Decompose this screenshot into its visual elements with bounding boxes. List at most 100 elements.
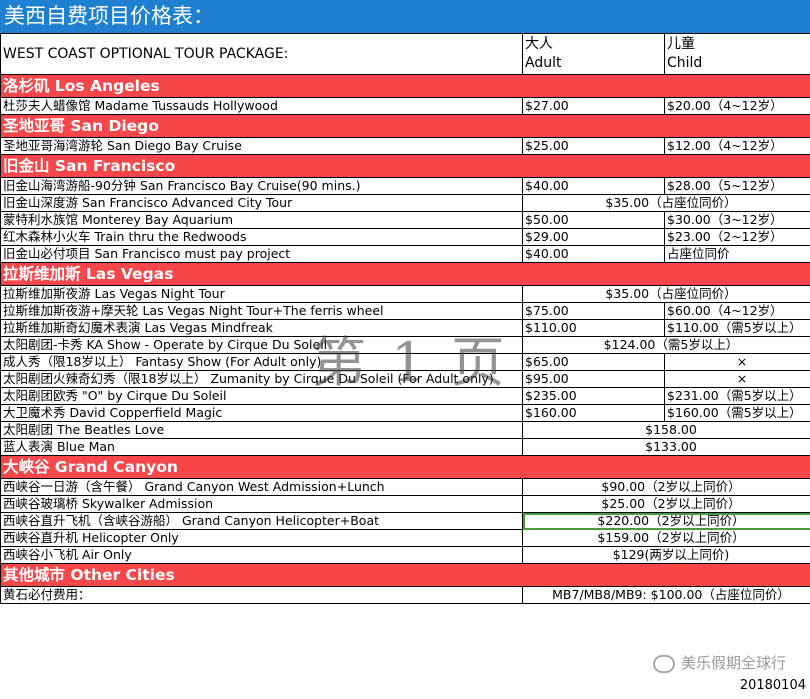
- table-row: 太阳剧团-卡秀 KA Show - Operate by Cirque Du S…: [0, 336, 810, 354]
- shared-price: $133.00: [522, 438, 810, 456]
- table-row: 西峡谷直升飞机（含峡谷游船） Grand Canyon Helicopter+B…: [0, 512, 810, 530]
- item-name: 西峡谷一日游（含午餐） Grand Canyon West Admission+…: [0, 478, 523, 496]
- item-name: 旧金山海湾游船-90分钟 San Francisco Bay Cruise(90…: [0, 177, 523, 195]
- header-child-en: Child: [667, 55, 703, 71]
- section-header: 圣地亚哥 San Diego: [0, 114, 810, 138]
- section-header: 其他城市 Other Cities: [0, 563, 810, 587]
- item-name: 西峡谷直升机 Helicopter Only: [0, 529, 523, 547]
- item-name: 红木森林小火车 Train thru the Redwoods: [0, 228, 523, 246]
- table-row: 旧金山深度游 San Francisco Advanced City Tour …: [0, 194, 810, 212]
- child-price: $12.00（4~12岁）: [664, 137, 810, 155]
- section-header: 大峡谷 Grand Canyon: [0, 455, 810, 479]
- section-other-cities: 其他城市 Other Cities: [0, 563, 810, 587]
- item-name: 太阳剧团火辣奇幻秀（限18岁以上） Zumanity by Cirque Du …: [0, 370, 523, 388]
- child-price: $110.00（需5岁以上）: [664, 319, 810, 337]
- adult-price: $27.00: [522, 97, 665, 115]
- item-name: 拉斯维加斯夜游+摩天轮 Las Vegas Night Tour+The fer…: [0, 302, 523, 320]
- child-price: ×: [664, 353, 810, 371]
- item-name: 太阳剧团欧秀 "O" by Cirque Du Soleil: [0, 387, 523, 405]
- adult-price: $65.00: [522, 353, 665, 371]
- child-price: $60.00（4~12岁）: [664, 302, 810, 320]
- table-row: 蒙特利水族馆 Monterey Bay Aquarium $50.00 $30.…: [0, 211, 810, 229]
- table-row: 旧金山海湾游船-90分钟 San Francisco Bay Cruise(90…: [0, 177, 810, 195]
- shared-price: $35.00（占座位同价）: [522, 194, 810, 212]
- shared-price: $158.00: [522, 421, 810, 439]
- table-row: 圣地亚哥海湾游轮 San Diego Bay Cruise $25.00 $12…: [0, 137, 810, 155]
- table-row: 蓝人表演 Blue Man $133.00: [0, 438, 810, 456]
- table-row: 红木森林小火车 Train thru the Redwoods $29.00 $…: [0, 228, 810, 246]
- price-table: WEST COAST OPTIONAL TOUR PACKAGE: 大人 Adu…: [0, 33, 810, 604]
- table-row: 旧金山必付项目 San Francisco must pay project $…: [0, 245, 810, 263]
- table-row: 黄石必付费用： MB7/MB8/MB9: $100.00（占座位同价）: [0, 586, 810, 604]
- table-row: 西峡谷一日游（含午餐） Grand Canyon West Admission+…: [0, 478, 810, 496]
- wechat-icon: [652, 654, 675, 673]
- child-price: $23.00（2~12岁）: [664, 228, 810, 246]
- item-name: 蓝人表演 Blue Man: [0, 438, 523, 456]
- table-row: 大卫魔术秀 David Copperfield Magic $160.00 $1…: [0, 404, 810, 422]
- adult-price: $95.00: [522, 370, 665, 388]
- item-name: 旧金山深度游 San Francisco Advanced City Tour: [0, 194, 523, 212]
- shared-price: $35.00（占座位同价）: [522, 285, 810, 303]
- table-row: 成人秀（限18岁以上） Fantasy Show (For Adult only…: [0, 353, 810, 371]
- adult-price: $25.00: [522, 137, 665, 155]
- header-package: WEST COAST OPTIONAL TOUR PACKAGE:: [0, 33, 523, 75]
- child-price: ×: [664, 370, 810, 388]
- item-name: 大卫魔术秀 David Copperfield Magic: [0, 404, 523, 422]
- child-price: $20.00（4~12岁）: [664, 97, 810, 115]
- shared-price: $159.00（2岁以上同价）: [522, 529, 810, 547]
- adult-price: $75.00: [522, 302, 665, 320]
- item-name: 成人秀（限18岁以上） Fantasy Show (For Adult only…: [0, 353, 523, 371]
- header-child-cn: 儿童: [667, 36, 695, 52]
- adult-price: $40.00: [522, 177, 665, 195]
- adult-price: $40.00: [522, 245, 665, 263]
- brand-name: 美乐假期全球行: [680, 654, 786, 672]
- section-los-angeles: 洛杉矶 Los Angeles: [0, 74, 810, 98]
- table-row: 太阳剧团火辣奇幻秀（限18岁以上） Zumanity by Cirque Du …: [0, 370, 810, 388]
- child-price: $30.00（3~12岁）: [664, 211, 810, 229]
- item-name: 杜莎夫人蜡像馆 Madame Tussauds Hollywood: [0, 97, 523, 115]
- shared-price: $90.00（2岁以上同价）: [522, 478, 810, 496]
- section-header: 旧金山 San Francisco: [0, 154, 810, 178]
- item-name: 旧金山必付项目 San Francisco must pay project: [0, 245, 523, 263]
- header-adult-en: Adult: [525, 55, 562, 71]
- table-row: 太阳剧团欧秀 "O" by Cirque Du Soleil $235.00 $…: [0, 387, 810, 405]
- adult-price: $235.00: [522, 387, 665, 405]
- child-price: $231.00（需5岁以上）: [664, 387, 810, 405]
- header-adult: 大人 Adult: [522, 33, 665, 75]
- item-name: 拉斯维加斯夜游 Las Vegas Night Tour: [0, 285, 523, 303]
- item-name: 圣地亚哥海湾游轮 San Diego Bay Cruise: [0, 137, 523, 155]
- section-las-vegas: 拉斯维加斯 Las Vegas: [0, 262, 810, 286]
- adult-price: $110.00: [522, 319, 665, 337]
- header-row: WEST COAST OPTIONAL TOUR PACKAGE: 大人 Adu…: [0, 33, 810, 75]
- item-name: 西峡谷玻璃桥 Skywalker Admission: [0, 495, 523, 513]
- table-row: 拉斯维加斯夜游+摩天轮 Las Vegas Night Tour+The fer…: [0, 302, 810, 320]
- header-child: 儿童 Child: [664, 33, 810, 75]
- table-row: 西峡谷小飞机 Air Only $129(两岁以上同价): [0, 546, 810, 564]
- sheet-title: 美西自费项目价格表：: [0, 0, 810, 33]
- selected-cell[interactable]: $220.00（2岁以上同价）: [522, 512, 810, 530]
- section-san-francisco: 旧金山 San Francisco: [0, 154, 810, 178]
- section-san-diego: 圣地亚哥 San Diego: [0, 114, 810, 138]
- table-row: 西峡谷玻璃桥 Skywalker Admission $25.00（2岁以上同价…: [0, 495, 810, 513]
- table-row: 拉斯维加斯奇幻魔术表演 Las Vegas Mindfreak $110.00 …: [0, 319, 810, 337]
- item-name: 蒙特利水族馆 Monterey Bay Aquarium: [0, 211, 523, 229]
- section-header: 洛杉矶 Los Angeles: [0, 74, 810, 98]
- shared-price: $129(两岁以上同价): [522, 546, 810, 564]
- child-price: 占座位同价: [664, 245, 810, 263]
- table-row: 西峡谷直升机 Helicopter Only $159.00（2岁以上同价）: [0, 529, 810, 547]
- header-adult-cn: 大人: [525, 36, 553, 52]
- shared-price: $124.00（需5岁以上）: [522, 336, 810, 354]
- adult-price: $160.00: [522, 404, 665, 422]
- adult-price: $29.00: [522, 228, 665, 246]
- section-grand-canyon: 大峡谷 Grand Canyon: [0, 455, 810, 479]
- section-header: 拉斯维加斯 Las Vegas: [0, 262, 810, 286]
- child-price: $28.00（5~12岁）: [664, 177, 810, 195]
- document-date: 20180104: [739, 678, 806, 693]
- table-row: 太阳剧团 The Beatles Love $158.00: [0, 421, 810, 439]
- item-name: 西峡谷小飞机 Air Only: [0, 546, 523, 564]
- child-price: $160.00（需5岁以上）: [664, 404, 810, 422]
- item-name: 拉斯维加斯奇幻魔术表演 Las Vegas Mindfreak: [0, 319, 523, 337]
- item-name: 黄石必付费用：: [0, 586, 523, 604]
- adult-price: $50.00: [522, 211, 665, 229]
- item-name: 西峡谷直升飞机（含峡谷游船） Grand Canyon Helicopter+B…: [0, 512, 523, 530]
